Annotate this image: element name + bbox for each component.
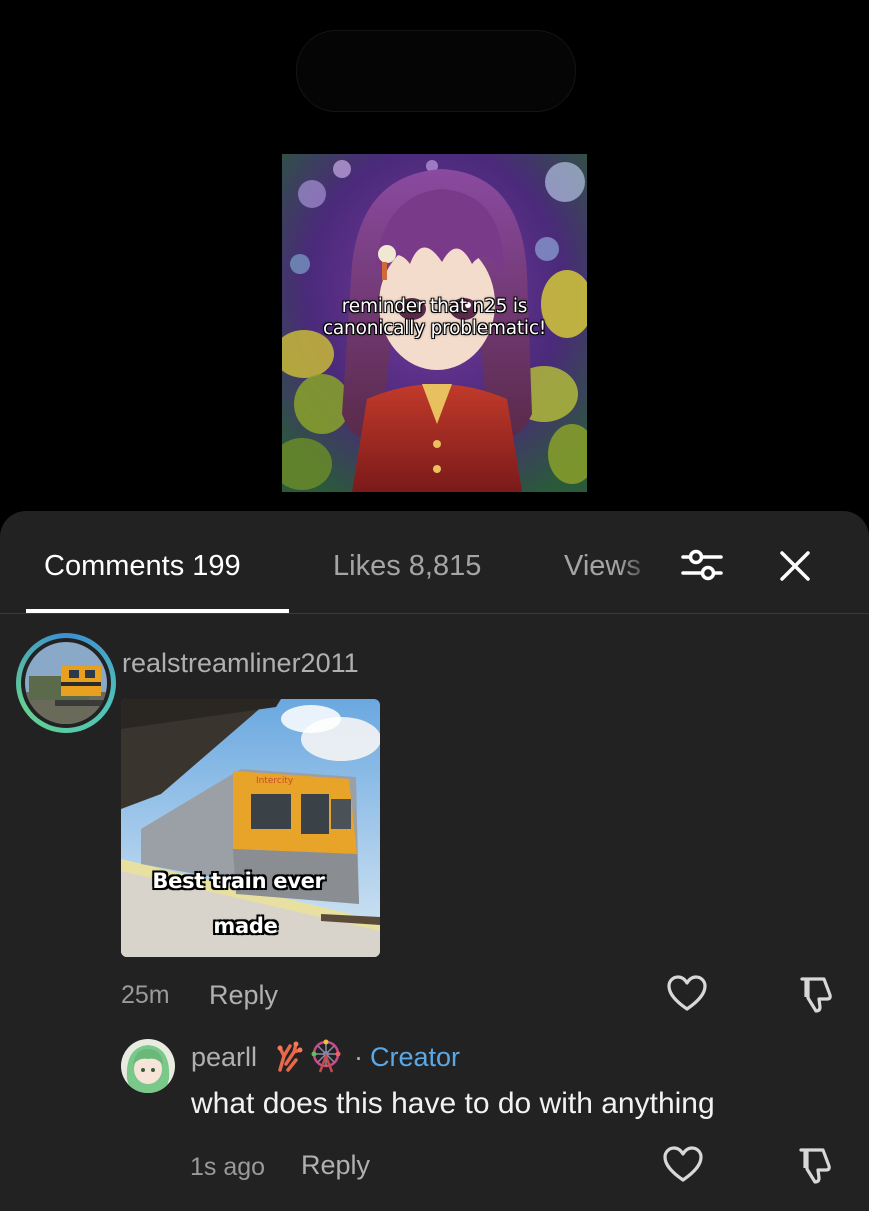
reply-username[interactable]: pearll [191, 1041, 257, 1073]
avatar[interactable] [25, 642, 107, 724]
close-icon[interactable] [776, 547, 814, 585]
username-emoji-badges [277, 1039, 341, 1073]
tab-comments[interactable]: Comments 199 [44, 548, 241, 584]
reply-button[interactable]: Reply [209, 979, 278, 1011]
reply-avatar[interactable] [121, 1039, 175, 1093]
image-caption-line2: made [213, 914, 278, 938]
dynamic-island [296, 30, 576, 112]
video-thumbnail[interactable]: reminder that n25 is canonically problem… [282, 154, 587, 492]
image-caption-line1: Best train ever [152, 869, 325, 893]
train-avatar-icon [25, 642, 107, 724]
ferris-wheel-emoji [311, 1039, 341, 1073]
tab-likes[interactable]: Likes 8,815 [333, 548, 481, 584]
creator-separator: · [354, 1042, 363, 1072]
heart-icon[interactable] [666, 975, 708, 1013]
creator-badge: Creator [370, 1042, 461, 1072]
video-caption: reminder that n25 is canonically problem… [282, 296, 587, 340]
comment-username[interactable]: realstreamliner2011 [122, 647, 359, 679]
train-brand-label: Intercity [256, 776, 294, 786]
video-caption-line1: reminder that n25 is [341, 296, 528, 317]
anime-avatar-icon [121, 1039, 175, 1093]
dislike-icon[interactable] [795, 1146, 835, 1184]
comment-image[interactable]: Intercity Best train ever made [121, 699, 380, 957]
tab-views[interactable]: Views [564, 548, 656, 584]
reply-text: what does this have to do with anything [191, 1087, 715, 1120]
coral-emoji [277, 1041, 303, 1072]
reply-reply-button[interactable]: Reply [301, 1149, 370, 1181]
tab-divider [0, 613, 869, 614]
dislike-icon[interactable] [796, 975, 836, 1013]
comment-timestamp: 25m [121, 981, 170, 1009]
sliders-icon[interactable] [680, 545, 724, 585]
heart-icon[interactable] [662, 1146, 704, 1184]
video-caption-line2: canonically problematic! [322, 318, 547, 339]
reply-timestamp: 1s ago [190, 1153, 266, 1181]
